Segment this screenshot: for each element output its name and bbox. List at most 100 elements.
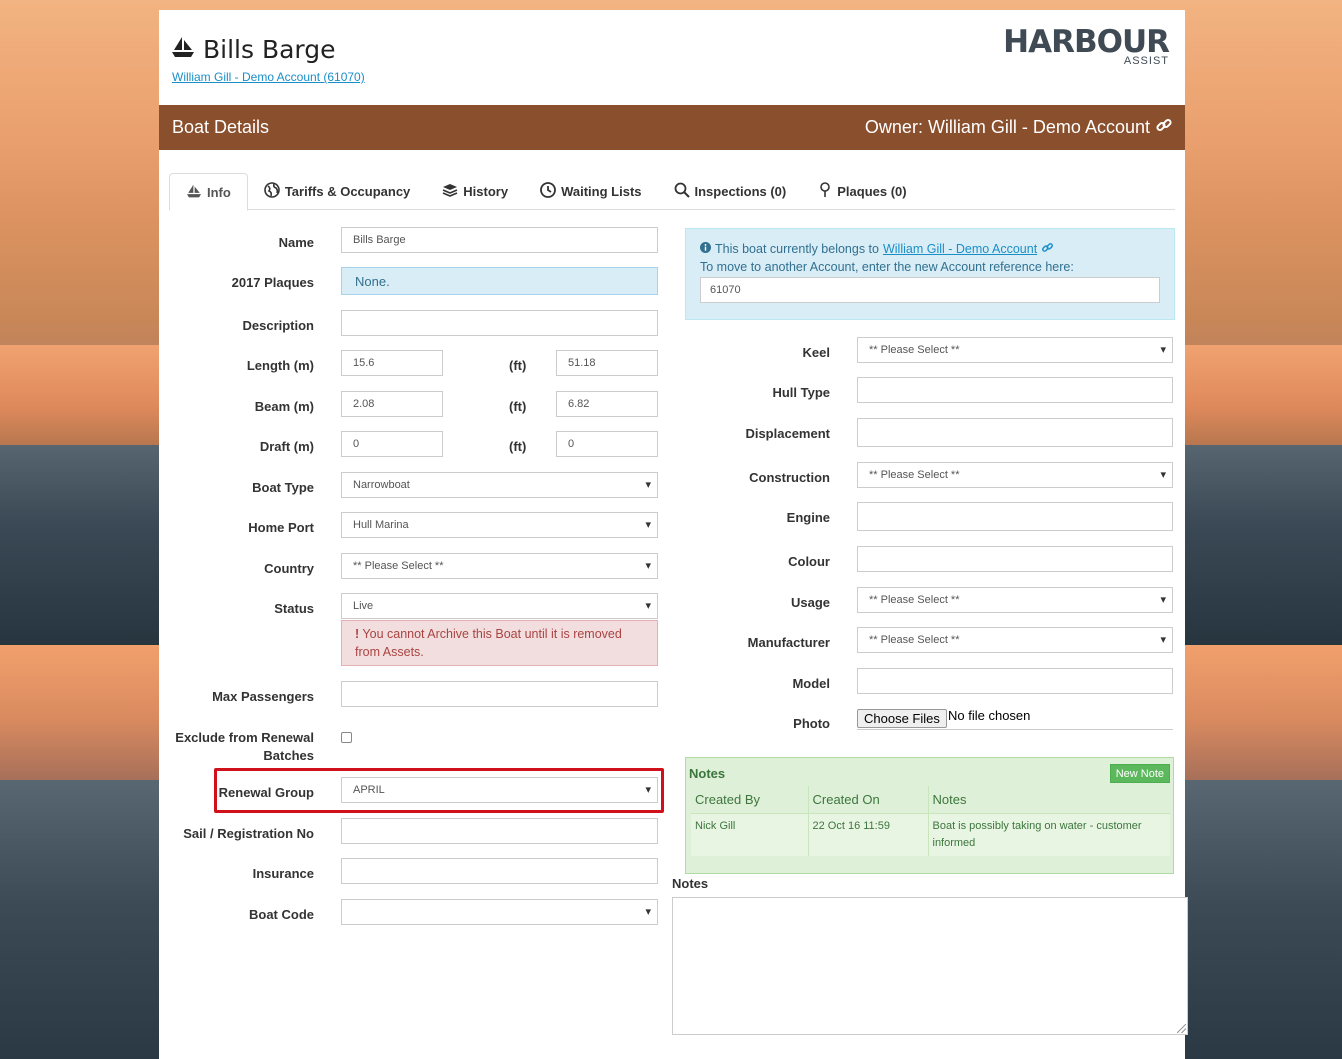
status-label: Status [274,601,314,616]
tab-history[interactable]: History [426,173,524,210]
engine-label: Engine [786,510,830,525]
account-reference-input[interactable]: 61070 [700,277,1160,303]
notes-label: Notes [672,876,709,891]
boat-type-label: Boat Type [252,480,314,495]
page-title: Bills Barge [171,35,336,64]
draft-label: Draft (m) [259,439,314,454]
info-icon [700,242,711,256]
boat-code-label: Boat Code [249,907,314,922]
name-input[interactable]: Bills Barge [341,227,658,253]
tab-info[interactable]: Info [169,173,248,211]
column-header[interactable]: Created On [808,786,929,814]
link-icon [1155,116,1173,139]
description-label: Description [242,318,314,333]
country-select[interactable]: ** Please Select ** [341,553,658,579]
sail-registration-label: Sail / Registration No [183,826,314,841]
exclude-renewal-checkbox[interactable] [341,732,352,743]
boat-icon [186,184,202,201]
account-link[interactable]: William Gill - Demo Account (61070) [172,70,365,84]
hull-type-input[interactable] [857,377,1173,403]
tab-label: Waiting Lists [561,184,642,199]
hull-type-label: Hull Type [772,385,830,400]
tab-bar: Info Tariffs & Occupancy History Waiting… [169,173,1175,211]
note-cell: Boat is possibly taking on water - custo… [928,813,1170,856]
draft-ft-label: (ft) [509,439,527,454]
plaques-info: None. [341,267,658,295]
beam-m-input[interactable]: 2.08 [341,391,443,417]
sail-registration-input[interactable] [341,818,658,844]
plaques-label: 2017 Plaques [231,275,314,290]
link-icon [1041,241,1054,257]
photo-label: Photo [793,716,830,731]
exclude-renewal-label: Exclude from Renewal Batches [175,730,314,763]
tab-plaques[interactable]: Plaques (0) [802,173,922,210]
status-select[interactable]: Live [341,593,658,619]
home-port-label: Home Port [248,520,314,535]
beam-label: Beam (m) [254,399,314,414]
renewal-group-select[interactable]: APRIL [341,777,658,803]
owner-label: Owner: William Gill - Demo Account [864,117,1150,137]
globe-icon [264,182,280,201]
new-note-button[interactable]: New Note [1109,764,1170,783]
layers-icon [442,183,458,200]
clock-icon [540,182,556,201]
table-row[interactable]: Nick Gill 22 Oct 16 11:59 Boat is possib… [691,813,1170,856]
manufacturer-label: Manufacturer [747,635,830,650]
max-passengers-input[interactable] [341,681,658,707]
tab-waiting-lists[interactable]: Waiting Lists [524,173,657,210]
boat-code-select[interactable] [341,899,658,925]
boat-type-select[interactable]: Narrowboat [341,472,658,498]
notes-table: Created By Created On Notes Nick Gill 22… [691,786,1170,856]
boat-name: Bills Barge [203,35,336,64]
length-ft-input[interactable]: 51.18 [556,350,658,376]
country-label: Country [264,561,314,576]
tab-label: Tariffs & Occupancy [284,184,411,199]
description-input[interactable] [341,310,658,336]
panel-title: Boat Details [172,117,270,137]
harbour-assist-logo: HARBOUR ASSIST [1003,24,1170,67]
beam-ft-input[interactable]: 6.82 [556,391,658,417]
length-m-input[interactable]: 15.6 [341,350,443,376]
account-info-text: This boat currently belongs to [715,242,879,256]
model-label: Model [792,676,830,691]
file-status: No file chosen [948,708,1031,723]
keel-label: Keel [802,345,830,360]
panel-header: Boat Details Owner: William Gill - Demo … [159,105,1185,150]
draft-m-input[interactable]: 0 [341,431,443,457]
exclamation-icon: ! [355,627,360,641]
model-input[interactable] [857,668,1173,694]
manufacturer-select[interactable]: ** Please Select ** [857,627,1173,653]
account-info-box: This boat currently belongs to William G… [685,228,1175,320]
account-info-link[interactable]: William Gill - Demo Account [883,242,1037,256]
construction-label: Construction [749,470,830,485]
owner-link[interactable]: Owner: William Gill - Demo Account [865,116,1173,139]
name-label: Name [278,235,314,250]
tab-label: Plaques (0) [837,184,907,199]
displacement-input[interactable] [857,418,1173,447]
pin-icon [818,182,832,201]
colour-input[interactable] [857,546,1173,572]
construction-select[interactable]: ** Please Select ** [857,462,1173,488]
keel-select[interactable]: ** Please Select ** [857,337,1173,363]
draft-ft-input[interactable]: 0 [556,431,658,457]
tab-label: History [463,184,509,199]
tab-tariffs-occupancy[interactable]: Tariffs & Occupancy [248,173,426,210]
insurance-label: Insurance [252,866,314,881]
tab-inspections[interactable]: Inspections (0) [658,173,803,210]
notes-panel: Notes New Note Created By Created On Not… [685,757,1174,874]
account-move-text: To move to another Account, enter the ne… [700,260,1074,274]
notes-textarea[interactable] [672,897,1188,1035]
resize-handle-icon[interactable] [1177,1024,1186,1033]
search-icon [674,182,690,201]
insurance-input[interactable] [341,858,658,884]
notes-panel-title: Notes [689,766,726,781]
choose-files-button[interactable]: Choose Files [857,709,947,728]
usage-select[interactable]: ** Please Select ** [857,587,1173,613]
engine-input[interactable] [857,502,1173,531]
column-header[interactable]: Notes [928,786,1170,814]
home-port-select[interactable]: Hull Marina [341,512,658,538]
notes-table-header: Created By Created On Notes [691,786,1170,814]
created-by-cell: Nick Gill [691,813,809,856]
column-header[interactable]: Created By [691,786,809,814]
created-on-cell: 22 Oct 16 11:59 [808,813,929,856]
